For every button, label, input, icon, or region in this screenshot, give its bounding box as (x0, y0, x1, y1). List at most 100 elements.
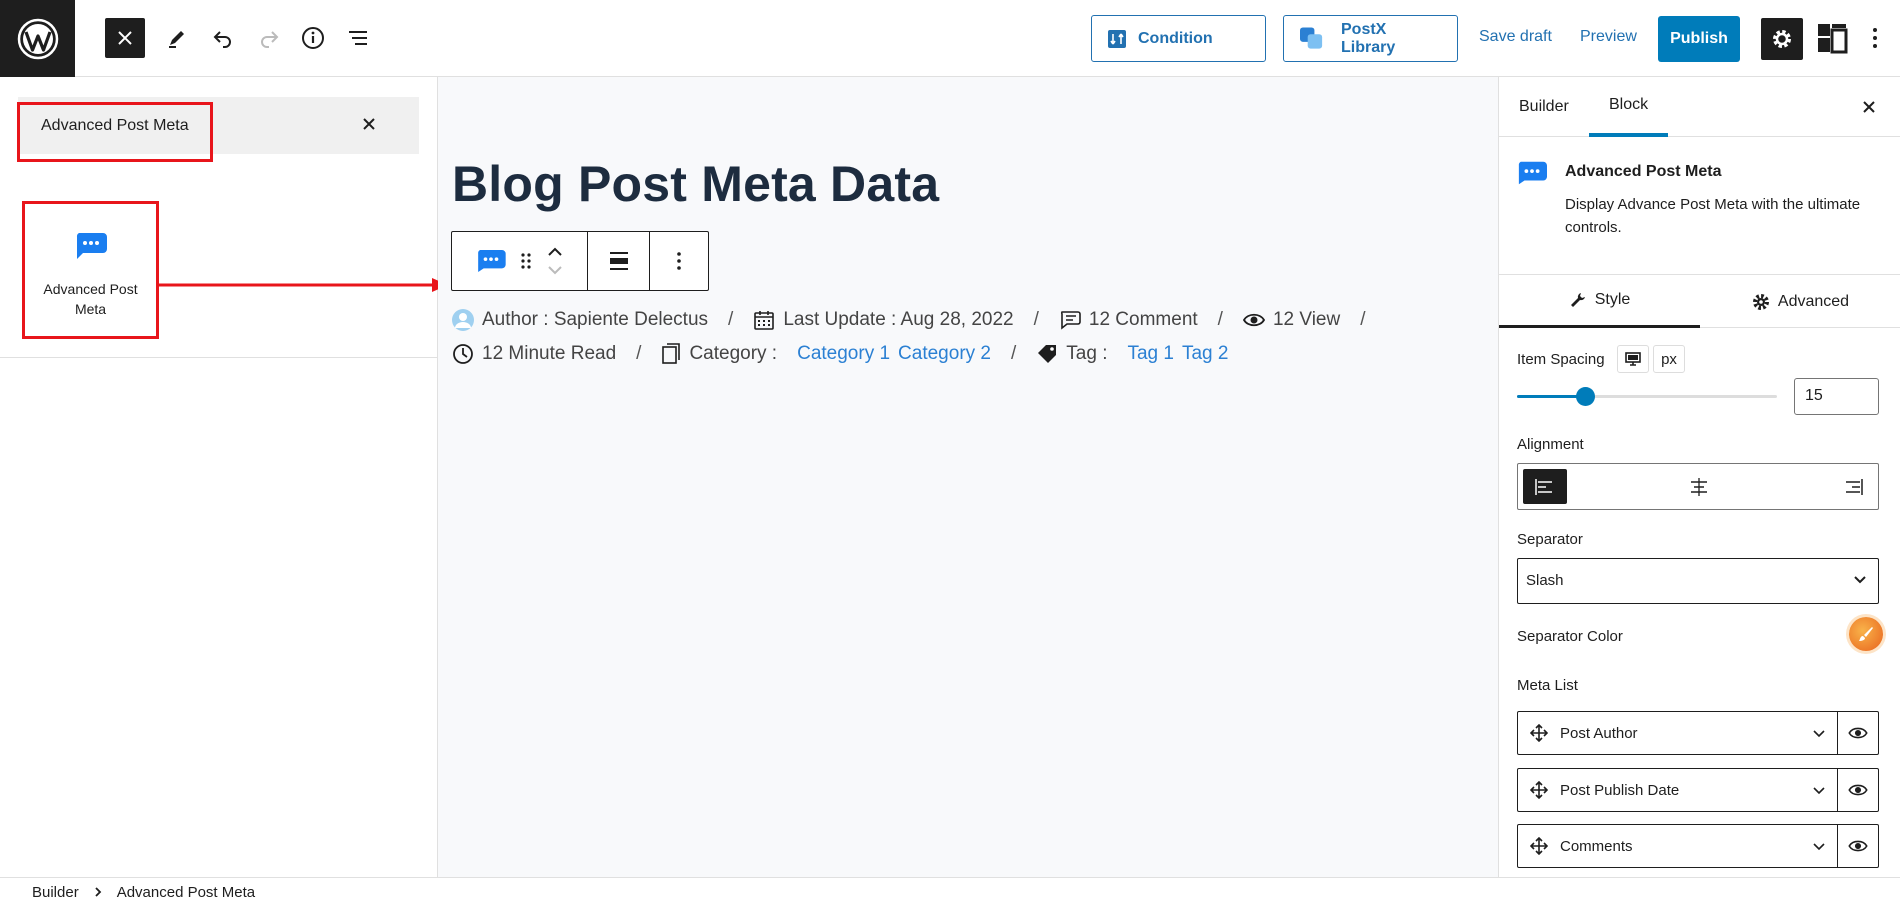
meta-tag: Tag : Tag 1 Tag 2 (1036, 343, 1228, 365)
tab-advanced-label: Advanced (1777, 292, 1850, 310)
breadcrumb-item-builder[interactable]: Builder (32, 884, 79, 901)
alignment-label: Alignment (1517, 436, 1584, 453)
drag-handle-icon[interactable] (520, 251, 532, 271)
list-view-button[interactable] (338, 18, 378, 58)
eye-icon (1848, 840, 1868, 852)
details-button[interactable] (293, 18, 333, 58)
tab-advanced[interactable]: Advanced (1700, 275, 1900, 328)
item-spacing-label: Item Spacing (1517, 351, 1605, 368)
meta-list-item-toggle[interactable]: Post Author (1518, 712, 1838, 754)
meta-last-update-text: Last Update : Aug 28, 2022 (783, 309, 1014, 330)
separator-select[interactable]: Slash (1517, 558, 1879, 604)
meta-list-item: Comments (1517, 824, 1879, 868)
gear-icon (1752, 293, 1769, 310)
separator-color-picker[interactable] (1849, 617, 1883, 651)
meta-read-time-text: 12 Minute Read (482, 343, 617, 364)
align-right-button[interactable] (1831, 469, 1875, 504)
block-options-button[interactable] (650, 232, 708, 290)
unit-toggle-button[interactable]: px (1653, 345, 1685, 373)
align-button[interactable] (588, 232, 650, 290)
align-right-icon (1846, 478, 1863, 495)
clear-search-button[interactable] (357, 112, 381, 136)
move-icon[interactable] (1530, 837, 1548, 855)
align-left-button[interactable] (1523, 469, 1567, 504)
post-meta-icon[interactable] (476, 250, 506, 272)
tag-icon (1038, 345, 1057, 363)
wordpress-logo-icon[interactable] (0, 0, 75, 77)
visibility-toggle-button[interactable] (1838, 712, 1878, 754)
meta-list-item: Post Author (1517, 711, 1879, 755)
wrench-icon (1570, 293, 1585, 307)
move-icon[interactable] (1530, 781, 1548, 799)
postx-library-button[interactable]: PostX Library (1283, 15, 1458, 62)
calendar-icon (754, 311, 775, 330)
tag-link-1[interactable]: Tag 1 (1127, 343, 1173, 365)
meta-list-item: Post Publish Date (1517, 768, 1879, 812)
save-draft-button[interactable]: Save draft (1479, 28, 1552, 46)
tag-link-2[interactable]: Tag 2 (1182, 343, 1228, 365)
meta-list-item-toggle[interactable]: Post Publish Date (1518, 769, 1838, 811)
block-card-description: Display Advance Post Meta with the ultim… (1565, 196, 1861, 236)
category-link-1[interactable]: Category 1 (797, 343, 890, 365)
meta-list-item-toggle[interactable]: Comments (1518, 825, 1838, 867)
settings-button[interactable] (1761, 18, 1803, 60)
chevron-down-icon (1854, 576, 1866, 584)
block-toolbar (451, 231, 709, 291)
move-icon[interactable] (1530, 724, 1548, 742)
category-link-2[interactable]: Category 2 (898, 343, 991, 365)
condition-button[interactable]: Condition (1091, 15, 1266, 62)
breadcrumb: Builder Advanced Post Meta (0, 877, 1900, 906)
move-up-down-icon[interactable] (546, 245, 564, 277)
undo-icon (213, 31, 231, 48)
meta-separator: / (636, 343, 642, 364)
meta-author: Author : Sapiente Delectus (452, 309, 708, 331)
separator-select-value: Slash (1526, 572, 1564, 589)
post-title[interactable]: Blog Post Meta Data (452, 155, 939, 213)
tab-block[interactable]: Block (1589, 77, 1669, 137)
top-toolbar: Condition PostX Library Save draft Previ… (0, 0, 1900, 77)
postx-icon (1818, 24, 1848, 54)
device-toggle-button[interactable] (1617, 345, 1649, 373)
visibility-toggle-button[interactable] (1838, 825, 1878, 867)
meta-author-text: Author : Sapiente Delectus (482, 309, 709, 330)
meta-views: 12 View (1242, 309, 1340, 331)
block-switcher-group (452, 232, 588, 290)
preview-button[interactable]: Preview (1580, 28, 1637, 46)
publish-button[interactable]: Publish (1658, 16, 1740, 62)
info-icon (302, 27, 324, 49)
chevron-down-icon (1813, 843, 1825, 851)
item-spacing-slider[interactable] (1517, 387, 1777, 406)
meta-separator: / (1360, 309, 1366, 330)
options-menu-button[interactable] (1860, 18, 1890, 58)
meta-category-label: Category : (689, 343, 778, 364)
meta-separator: / (1217, 309, 1223, 330)
tab-style[interactable]: Style (1499, 275, 1700, 328)
post-meta-icon (1518, 161, 1547, 185)
close-sidebar-button[interactable] (1857, 95, 1881, 119)
desktop-icon (1625, 352, 1641, 366)
align-center-button[interactable] (1677, 469, 1721, 504)
postx-settings-button[interactable] (1812, 18, 1852, 58)
eye-icon (1848, 784, 1868, 796)
visibility-toggle-button[interactable] (1838, 769, 1878, 811)
tab-builder[interactable]: Builder (1499, 77, 1589, 137)
chevron-down-icon (1813, 787, 1825, 795)
item-spacing-input[interactable]: 15 (1794, 378, 1879, 415)
block-inserter-panel: Advanced Post Meta Advanced Post Meta (0, 77, 438, 877)
more-vertical-icon (1873, 28, 1877, 48)
highlight-annotation (22, 201, 159, 339)
edit-tool-button[interactable] (157, 18, 197, 58)
separator-label: Separator (1517, 531, 1583, 548)
post-meta-line-1: Author : Sapiente Delectus / Last Update… (452, 309, 1386, 331)
eye-icon (1848, 727, 1868, 739)
meta-list-item-label: Post Publish Date (1560, 781, 1680, 799)
redo-button[interactable] (249, 18, 289, 58)
slider-thumb[interactable] (1575, 387, 1595, 406)
library-icon (1300, 26, 1323, 49)
meta-list-label: Meta List (1517, 677, 1578, 694)
undo-button[interactable] (203, 18, 243, 58)
close-inserter-button[interactable] (105, 18, 145, 58)
divider (0, 357, 438, 358)
alignment-control (1517, 463, 1879, 510)
breadcrumb-item-block[interactable]: Advanced Post Meta (117, 884, 255, 901)
